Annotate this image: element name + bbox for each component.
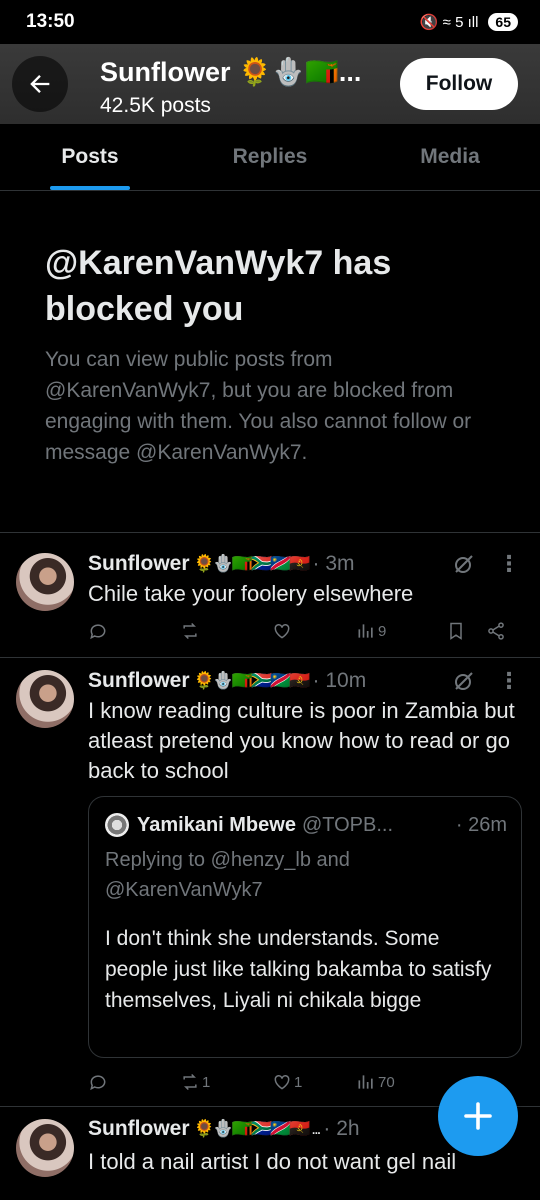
post-text: Chile take your foolery elsewhere: [88, 581, 414, 606]
grok-icon[interactable]: [452, 669, 476, 693]
status-icons: 🔇 ≈ 5 ıll 65: [420, 13, 518, 31]
post[interactable]: Sunflower 🌻🪬🇿🇲🇿🇦🇳🇦🇦🇴 · 3m ⋮ Chile take y…: [0, 533, 540, 657]
author-emoji: 🌻🪬🇿🇲🇿🇦🇳🇦🇦🇴: [193, 671, 311, 690]
compose-button[interactable]: [438, 1076, 518, 1156]
more-options-icon[interactable]: ⋮: [498, 551, 520, 577]
views-button[interactable]: 70: [356, 1072, 446, 1092]
quote-avatar: [105, 813, 129, 837]
author-name[interactable]: Sunflower: [88, 1117, 190, 1141]
avatar[interactable]: [16, 1119, 74, 1177]
views-button[interactable]: 9: [356, 621, 446, 641]
battery-icon: 65: [488, 13, 518, 31]
reply-icon: [90, 624, 106, 640]
back-arrow-icon: [30, 75, 50, 93]
avatar[interactable]: [16, 553, 74, 611]
like-count: 1: [294, 1073, 303, 1091]
grok-icon[interactable]: [452, 552, 476, 576]
views-icon: [358, 624, 373, 638]
heart-icon: [274, 623, 290, 639]
post[interactable]: Sunflower 🌻🪬🇿🇲🇿🇦🇳🇦🇦🇴 · 10m ⋮ I know read…: [0, 658, 540, 1106]
repost-button[interactable]: 1: [180, 1072, 272, 1092]
post-header: Sunflower 🌻🪬🇿🇲🇿🇦🇳🇦🇦🇴 · 10m ⋮: [88, 668, 520, 694]
back-button[interactable]: [12, 56, 68, 112]
profile-post-count: 42.5K posts: [100, 94, 211, 117]
blocked-description: You can view public posts from @KarenVan…: [45, 348, 472, 464]
quote-time: · 26m: [455, 813, 507, 836]
like-button[interactable]: 1: [272, 1072, 356, 1092]
more-options-icon[interactable]: ⋮: [498, 668, 520, 694]
bookmark-icon: [450, 622, 462, 640]
views-count: 70: [378, 1073, 395, 1091]
profile-tabs: Posts Replies Media: [0, 124, 540, 191]
views-count: 9: [378, 622, 387, 640]
author-emoji: 🌻🪬🇿🇲🇿🇦🇳🇦🇦🇴 ...: [193, 1119, 322, 1138]
post-text: I know reading culture is poor in Zambia…: [88, 698, 515, 783]
author-name[interactable]: Sunflower: [88, 669, 190, 693]
bookmark-button[interactable]: [446, 621, 486, 641]
share-icon: [488, 622, 504, 640]
profile-header: Sunflower 🌻🪬🇿🇲... 42.5K posts Follow: [0, 44, 540, 124]
post-time[interactable]: · 3m: [313, 552, 355, 576]
post-text: I told a nail artist I do not want gel n…: [88, 1149, 457, 1174]
author-name[interactable]: Sunflower: [88, 552, 190, 576]
author-emoji: 🌻🪬🇿🇲🇿🇦🇳🇦🇦🇴: [193, 554, 311, 573]
blocked-notice: @KarenVanWyk7 has blocked you You can vi…: [45, 240, 495, 468]
status-time: 13:50: [26, 11, 75, 32]
quoted-post[interactable]: Yamikani Mbewe @TOPB... · 26m Replying t…: [88, 796, 522, 1058]
repost-button[interactable]: [180, 621, 272, 641]
tab-replies[interactable]: Replies: [180, 124, 360, 190]
quote-header: Yamikani Mbewe @TOPB... · 26m: [105, 813, 507, 837]
profile-name: Sunflower 🌻🪬🇿🇲...: [100, 57, 362, 87]
repost-count: 1: [202, 1073, 211, 1091]
reply-button[interactable]: [88, 621, 180, 641]
tab-posts[interactable]: Posts: [0, 124, 180, 190]
like-button[interactable]: [272, 621, 356, 641]
post-actions: 9: [88, 619, 520, 643]
post-header: Sunflower 🌻🪬🇿🇲🇿🇦🇳🇦🇦🇴 · 3m ⋮: [88, 551, 520, 577]
follow-button[interactable]: Follow: [400, 58, 518, 110]
quote-author-handle: @TOPB...: [301, 813, 394, 836]
repost-icon: [183, 622, 197, 640]
reply-icon: [90, 1075, 106, 1091]
avatar[interactable]: [16, 670, 74, 728]
tab-media[interactable]: Media: [360, 124, 540, 190]
status-bar: 13:50 🔇 ≈ 5 ıll 65: [0, 0, 540, 44]
signal-icons: 🔇 ≈ 5 ıll: [419, 14, 479, 31]
post-time[interactable]: · 10m: [313, 669, 367, 693]
quote-author-name: Yamikani Mbewe: [137, 813, 296, 836]
post-time[interactable]: · 2h: [323, 1117, 359, 1141]
quote-replying-to: Replying to @henzy_lb and @KarenVanWyk7: [105, 849, 350, 901]
heart-icon: [274, 1074, 290, 1090]
blocked-title: @KarenVanWyk7 has blocked you: [45, 244, 392, 328]
reply-button[interactable]: [88, 1072, 180, 1092]
repost-icon: [183, 1073, 197, 1091]
views-icon: [358, 1075, 373, 1089]
share-button[interactable]: [486, 621, 506, 641]
plus-icon: [464, 1102, 492, 1130]
quote-text: I don't think she understands. Some peop…: [105, 927, 492, 1012]
